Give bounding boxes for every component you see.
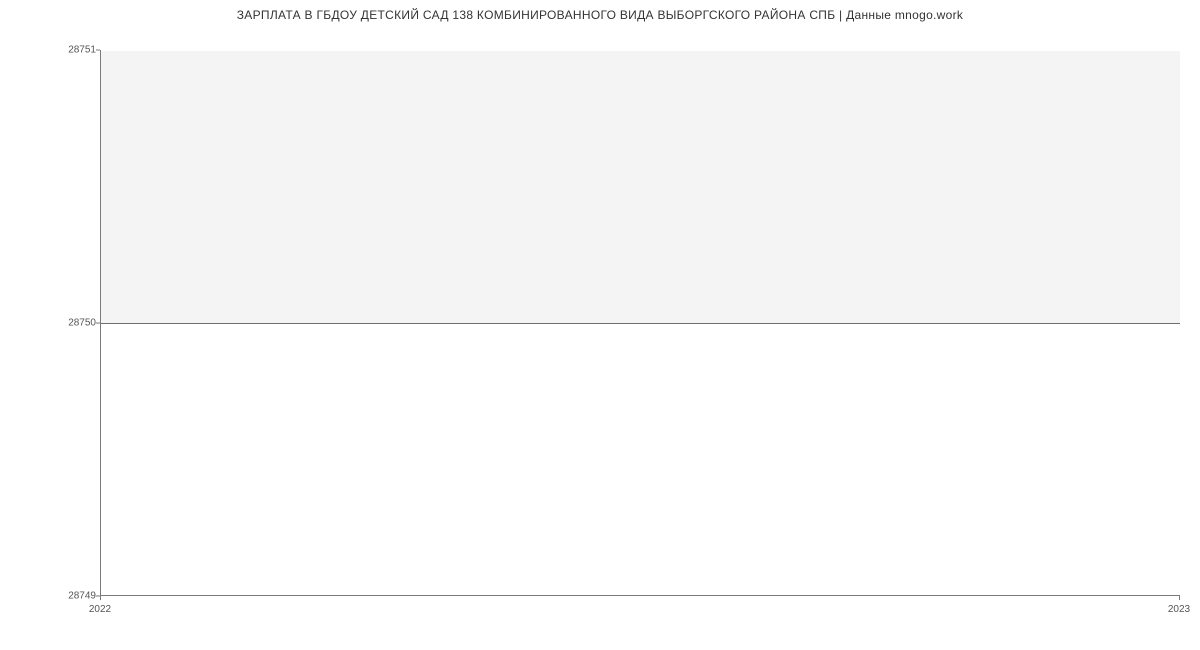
x-tick-label: 2023: [1168, 604, 1190, 615]
x-tick-mark: [100, 596, 101, 600]
y-tick-mark: [96, 50, 100, 51]
plot-lower-half: [101, 323, 1180, 596]
y-tick-label: 28749: [6, 591, 96, 602]
chart-title: ЗАРПЛАТА В ГБДОУ ДЕТСКИЙ САД 138 КОМБИНИ…: [0, 8, 1200, 22]
y-tick-label: 28751: [6, 45, 96, 56]
y-tick-label: 28750: [6, 318, 96, 329]
x-tick-mark: [1179, 596, 1180, 600]
series-line-salary: [101, 323, 1180, 324]
plot-area: [100, 50, 1180, 596]
gridline-top: [101, 50, 1180, 51]
y-tick-mark: [96, 323, 100, 324]
x-tick-label: 2022: [89, 604, 111, 615]
